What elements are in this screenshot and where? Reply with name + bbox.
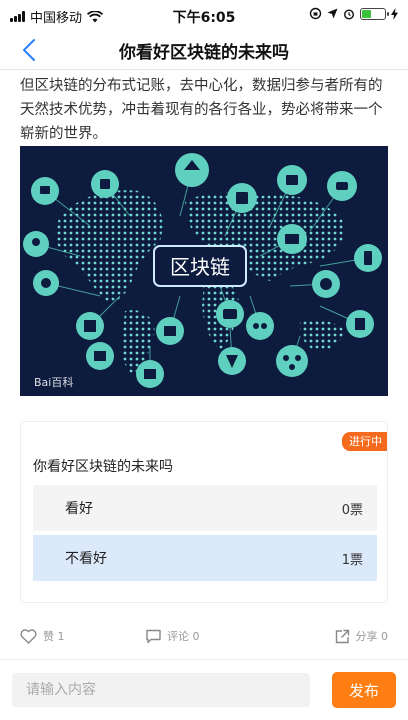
- status-right: [309, 7, 398, 20]
- share-button[interactable]: 分享 0: [335, 628, 389, 644]
- comment-input[interactable]: [12, 673, 310, 707]
- share-icon: [335, 629, 349, 643]
- battery-icon: [360, 7, 389, 20]
- poll-status-badge: 进行中: [342, 432, 387, 451]
- rotation-lock-icon: [309, 7, 322, 20]
- blockchain-map-graphic: 区块链 Bai百科: [20, 146, 388, 396]
- comment-button[interactable]: 评论 0: [146, 628, 200, 644]
- publish-button[interactable]: 发布: [332, 672, 396, 708]
- article-body: 但区块链的分布式记账，去中心化，数据归参与者所有的天然技术优势，冲击着现有的各行…: [20, 78, 383, 142]
- poll-option-votes: 1票: [341, 552, 363, 568]
- comment-bar: 发布: [0, 660, 408, 720]
- nav-bar: 你看好区块链的未来吗: [0, 30, 408, 70]
- like-count: 赞 1: [43, 630, 65, 643]
- comment-icon: [146, 629, 161, 643]
- baidu-watermark: Bai百科: [34, 375, 73, 389]
- poll-option-pessimistic[interactable]: 不看好 1票: [33, 535, 377, 581]
- action-bar: 赞 1 评论 0 分享 0: [0, 620, 408, 654]
- poll-option-votes: 0票: [341, 502, 363, 518]
- back-button[interactable]: [16, 36, 44, 64]
- poll-option-label: 不看好: [65, 551, 107, 567]
- chevron-left-icon: [23, 39, 35, 61]
- heart-icon: [20, 628, 37, 644]
- poll-question: 你看好区块链的未来吗: [33, 459, 173, 475]
- comment-count: 评论 0: [167, 630, 200, 643]
- blockchain-illustration: 区块链 Bai百科: [20, 146, 388, 396]
- page-title: 你看好区块链的未来吗: [119, 43, 289, 63]
- poll-option-label: 看好: [65, 501, 93, 517]
- illustration-center-label: 区块链: [170, 255, 230, 279]
- poll-card: 进行中 你看好区块链的未来吗 看好 0票 不看好 1票: [20, 421, 388, 603]
- poll-option-optimistic[interactable]: 看好 0票: [33, 485, 377, 531]
- charging-icon: [391, 7, 398, 20]
- like-button[interactable]: 赞 1: [20, 628, 65, 644]
- status-bar: 中国移动 下午6:05: [0, 0, 408, 30]
- alarm-icon: [343, 8, 355, 20]
- location-icon: [327, 8, 338, 19]
- share-count: 分享 0: [355, 630, 389, 643]
